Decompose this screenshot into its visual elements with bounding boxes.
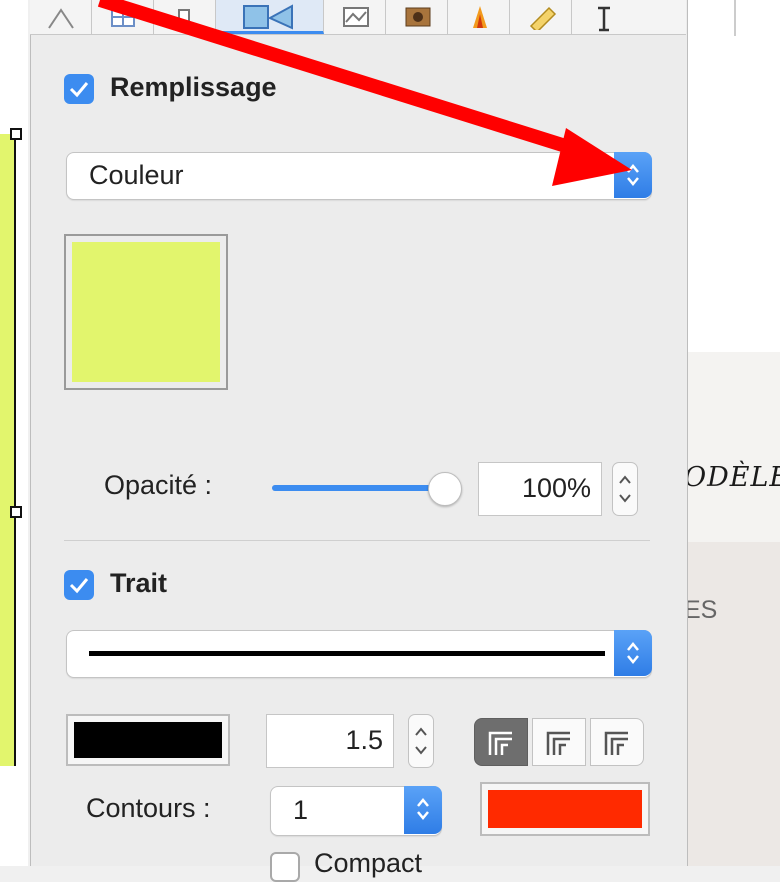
inspector-toolbar [30, 0, 686, 35]
fill-type-value: Couleur [89, 160, 184, 190]
selected-shape-edge[interactable] [0, 134, 16, 766]
opacity-slider-fill [272, 485, 444, 491]
ruler-icon[interactable] [510, 0, 572, 34]
compact-label: Compact [314, 848, 423, 878]
stroke-color-swatch [74, 722, 222, 758]
document-divider [734, 0, 736, 36]
stroke-style-popup-arrow[interactable] [614, 630, 652, 676]
image-icon[interactable] [324, 0, 386, 34]
photo-icon[interactable] [386, 0, 448, 34]
section-divider [64, 540, 650, 541]
document-subtitle-fragment: ES [684, 596, 718, 624]
effects-icon[interactable] [448, 0, 510, 34]
opacity-label: Opacité : [104, 470, 213, 500]
stroke-color-well[interactable] [66, 714, 230, 766]
fill-section-label: Remplissage [110, 72, 277, 102]
document-title-fragment: ODÈLE [684, 462, 780, 493]
contours-popup[interactable]: 1 [270, 786, 442, 836]
stroke-checkbox[interactable] [64, 570, 94, 600]
inner-stroke-icon[interactable] [474, 718, 528, 766]
outer-stroke-icon[interactable] [590, 718, 644, 766]
selection-handle-top[interactable] [10, 128, 22, 140]
stroke-width-field[interactable]: 1.5 [266, 714, 394, 768]
center-stroke-icon[interactable] [532, 718, 586, 766]
document-lower [688, 542, 780, 866]
opacity-stepper[interactable] [612, 462, 638, 516]
opacity-slider-knob[interactable] [428, 472, 462, 506]
fill-type-popup-arrow[interactable] [614, 152, 652, 198]
contours-color-swatch [488, 790, 642, 828]
document-band [688, 352, 780, 542]
contours-value: 1 [293, 795, 309, 825]
contours-label: Contours : [86, 793, 211, 823]
arrange-icon[interactable] [154, 0, 216, 34]
selection-handle-middle[interactable] [10, 506, 22, 518]
text-icon[interactable] [572, 0, 634, 34]
opacity-slider-track[interactable] [272, 485, 444, 491]
fill-color-swatch [72, 242, 220, 382]
stroke-width-stepper[interactable] [408, 714, 434, 768]
grid-icon[interactable] [92, 0, 154, 34]
fill-stroke-icon[interactable] [216, 0, 324, 34]
document-page-top [688, 0, 780, 352]
shape-icon[interactable] [30, 0, 92, 34]
compact-checkbox[interactable] [270, 852, 300, 882]
stroke-style-popup[interactable] [66, 630, 652, 678]
contours-popup-arrow[interactable] [404, 786, 442, 834]
opacity-field[interactable]: 100% [478, 462, 602, 516]
fill-type-popup[interactable]: Couleur [66, 152, 652, 200]
solid-line-icon [89, 651, 605, 656]
fill-checkbox[interactable] [64, 74, 94, 104]
fill-color-well[interactable] [64, 234, 228, 390]
stroke-section-label: Trait [110, 568, 168, 598]
contours-color-well[interactable] [480, 782, 650, 836]
